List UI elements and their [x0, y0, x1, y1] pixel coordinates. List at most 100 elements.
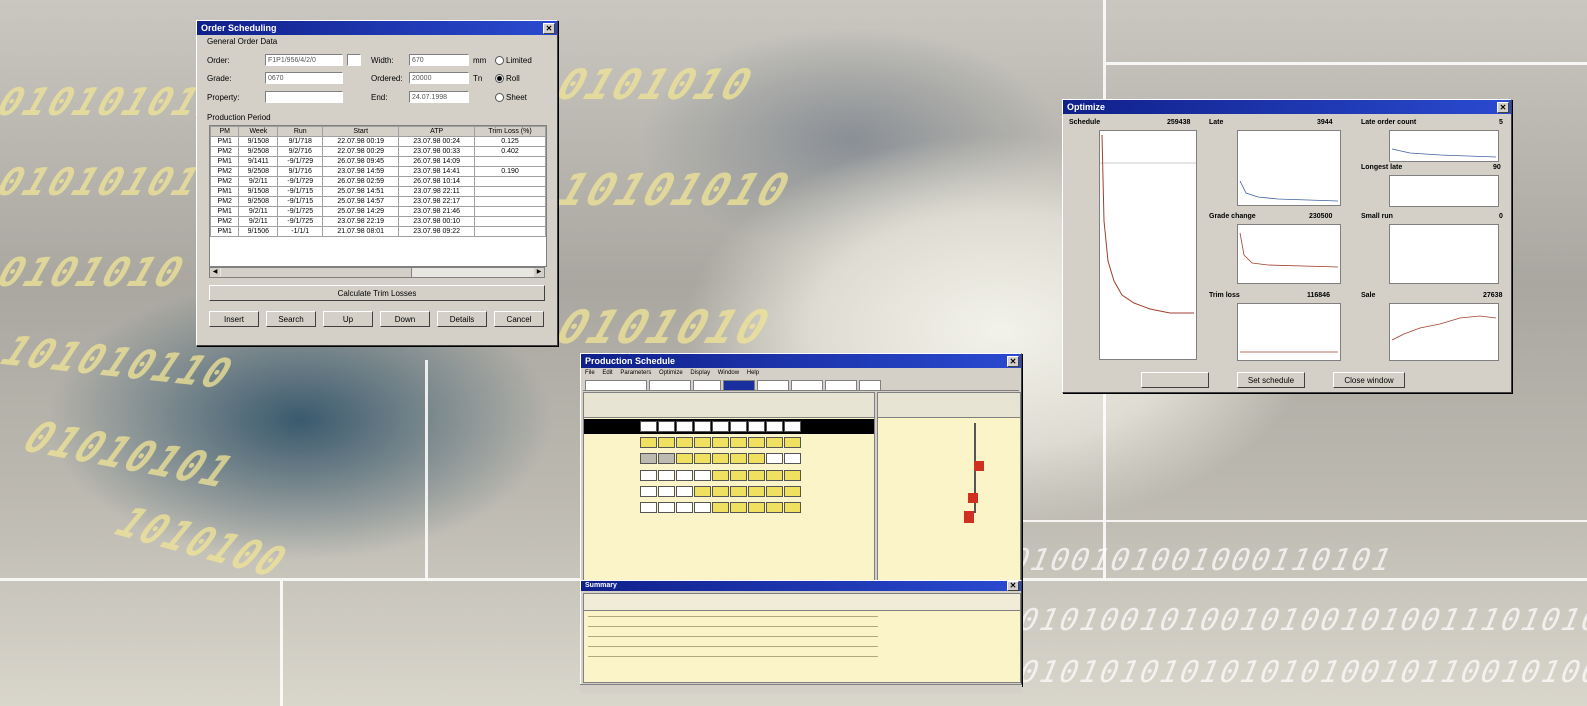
table-row[interactable]: PM2 9/2/11 -9/1/725 23.07.98 22:19 23.07.98 … — [210, 216, 546, 227]
gantt-block[interactable] — [784, 470, 801, 481]
gantt-block[interactable] — [766, 421, 783, 432]
menu-display[interactable]: Display — [690, 370, 710, 376]
summary-row[interactable] — [588, 626, 878, 627]
gantt-block[interactable] — [784, 421, 801, 432]
gantt-block[interactable] — [766, 437, 783, 448]
gantt-block[interactable] — [712, 437, 729, 448]
column-header[interactable]: ATP — [398, 126, 476, 137]
gantt-block[interactable] — [730, 486, 747, 497]
grade-field[interactable]: 0670 — [265, 72, 343, 84]
gantt-block[interactable] — [748, 437, 765, 448]
gantt-block[interactable] — [658, 421, 675, 432]
gantt-block[interactable] — [694, 421, 711, 432]
gantt-block[interactable] — [712, 470, 729, 481]
table-row[interactable]: PM1 9/1411 -9/1/729 26.07.98 09:45 26.07.98 … — [210, 156, 546, 167]
gantt-block[interactable] — [730, 437, 747, 448]
close-window-button[interactable]: Close window — [1333, 372, 1405, 388]
gantt-block[interactable] — [676, 437, 693, 448]
order-field[interactable]: F1P1/956/4/2/0 — [265, 54, 343, 66]
gantt-block[interactable] — [694, 502, 711, 513]
column-header[interactable]: Start — [322, 126, 400, 137]
column-header[interactable]: Trim Loss (%) — [474, 126, 546, 137]
gantt-block[interactable] — [712, 502, 729, 513]
gantt-block[interactable] — [640, 453, 657, 464]
radio-sheet[interactable]: Sheet — [495, 93, 527, 103]
order-extra-field[interactable] — [347, 54, 361, 66]
column-header[interactable]: Run — [277, 126, 324, 137]
gantt-block[interactable] — [658, 453, 675, 464]
column-header[interactable]: PM — [210, 126, 240, 137]
insert-button[interactable]: Insert — [209, 311, 259, 327]
gantt-block[interactable] — [730, 453, 747, 464]
gantt-selected-row[interactable] — [584, 419, 874, 434]
close-icon[interactable]: ✕ — [1007, 356, 1019, 367]
calculate-trim-losses-button[interactable]: Calculate Trim Losses — [209, 285, 545, 301]
toolbar-button[interactable] — [585, 380, 647, 391]
toolbar-button[interactable] — [649, 380, 691, 391]
gantt-block[interactable] — [694, 470, 711, 481]
horizontal-scrollbar[interactable]: ◀ ▶ — [209, 267, 545, 278]
gantt-block[interactable] — [784, 437, 801, 448]
down-button[interactable]: Down — [380, 311, 430, 327]
gantt-block[interactable] — [730, 470, 747, 481]
column-header[interactable]: Week — [238, 126, 279, 137]
gantt-block[interactable] — [766, 502, 783, 513]
toolbar-button[interactable] — [757, 380, 789, 391]
scroll-right-arrow-icon[interactable]: ▶ — [534, 268, 544, 277]
gantt-block[interactable] — [748, 470, 765, 481]
gantt-block[interactable] — [712, 453, 729, 464]
up-button[interactable]: Up — [323, 311, 373, 327]
gantt-block[interactable] — [694, 486, 711, 497]
toolbar-button[interactable] — [723, 380, 755, 391]
gantt-block[interactable] — [748, 421, 765, 432]
gantt-block[interactable] — [730, 502, 747, 513]
table-row[interactable]: PM2 9/2508 -9/1/715 25.07.98 14:57 23.07.98 … — [210, 196, 546, 207]
end-date-field[interactable]: 24.07.1998 — [409, 91, 469, 103]
close-icon[interactable]: ✕ — [1497, 102, 1509, 113]
production-titlebar[interactable]: Production Schedule ✕ — [581, 354, 1021, 368]
menu-edit[interactable]: Edit — [602, 370, 612, 376]
gantt-block[interactable] — [784, 453, 801, 464]
summary-titlebar[interactable]: Summary ✕ — [581, 581, 1021, 591]
gantt-block[interactable] — [676, 453, 693, 464]
gantt-block[interactable] — [658, 502, 675, 513]
summary-row[interactable] — [588, 616, 878, 617]
gantt-block[interactable] — [676, 502, 693, 513]
gantt-block[interactable] — [784, 486, 801, 497]
gantt-block[interactable] — [766, 470, 783, 481]
table-row[interactable]: PM1 9/1508 9/1/718 22.07.98 00:19 23.07.98 0… — [210, 136, 546, 147]
gantt-block[interactable] — [694, 437, 711, 448]
scroll-thumb[interactable] — [221, 268, 412, 277]
set-schedule-button[interactable]: Set schedule — [1237, 372, 1305, 388]
optimize-titlebar[interactable]: Optimize ✕ — [1063, 100, 1511, 114]
summary-row[interactable] — [588, 646, 878, 647]
toolbar-button[interactable] — [693, 380, 721, 391]
table-row[interactable]: PM2 9/2508 9/2/716 22.07.98 00:29 23.07.98 0… — [210, 146, 546, 157]
gantt-block[interactable] — [712, 421, 729, 432]
gantt-block[interactable] — [730, 421, 747, 432]
property-field[interactable] — [265, 91, 343, 103]
close-icon[interactable]: ✕ — [1007, 581, 1019, 591]
table-row[interactable]: PM1 9/1508 -9/1/715 25.07.98 14:51 23.07.98 … — [210, 186, 546, 197]
toolbar-button[interactable] — [859, 380, 881, 391]
scroll-left-arrow-icon[interactable]: ◀ — [210, 268, 220, 277]
details-button[interactable]: Details — [437, 311, 487, 327]
close-icon[interactable]: ✕ — [543, 23, 555, 34]
cancel-button[interactable]: Cancel — [494, 311, 544, 327]
gantt-block[interactable] — [640, 502, 657, 513]
menu-file[interactable]: File — [585, 370, 595, 376]
order-window-titlebar[interactable]: Order Scheduling ✕ — [197, 21, 557, 35]
table-row[interactable]: PM2 9/2/11 -9/1/729 26.07.98 02:59 26.07.98 … — [210, 176, 546, 187]
search-button[interactable]: Search — [266, 311, 316, 327]
gantt-block[interactable] — [658, 486, 675, 497]
menu-help[interactable]: Help — [747, 370, 759, 376]
toolbar-button[interactable] — [791, 380, 823, 391]
radio-limited[interactable]: Limited — [495, 56, 532, 66]
table-row[interactable]: PM2 9/2508 9/1/716 23.07.98 14:59 23.07.98 1… — [210, 166, 546, 177]
gantt-block[interactable] — [640, 421, 657, 432]
gantt-block[interactable] — [784, 502, 801, 513]
summary-row[interactable] — [588, 656, 878, 657]
gantt-block[interactable] — [676, 486, 693, 497]
gantt-block[interactable] — [640, 470, 657, 481]
gantt-block[interactable] — [676, 421, 693, 432]
